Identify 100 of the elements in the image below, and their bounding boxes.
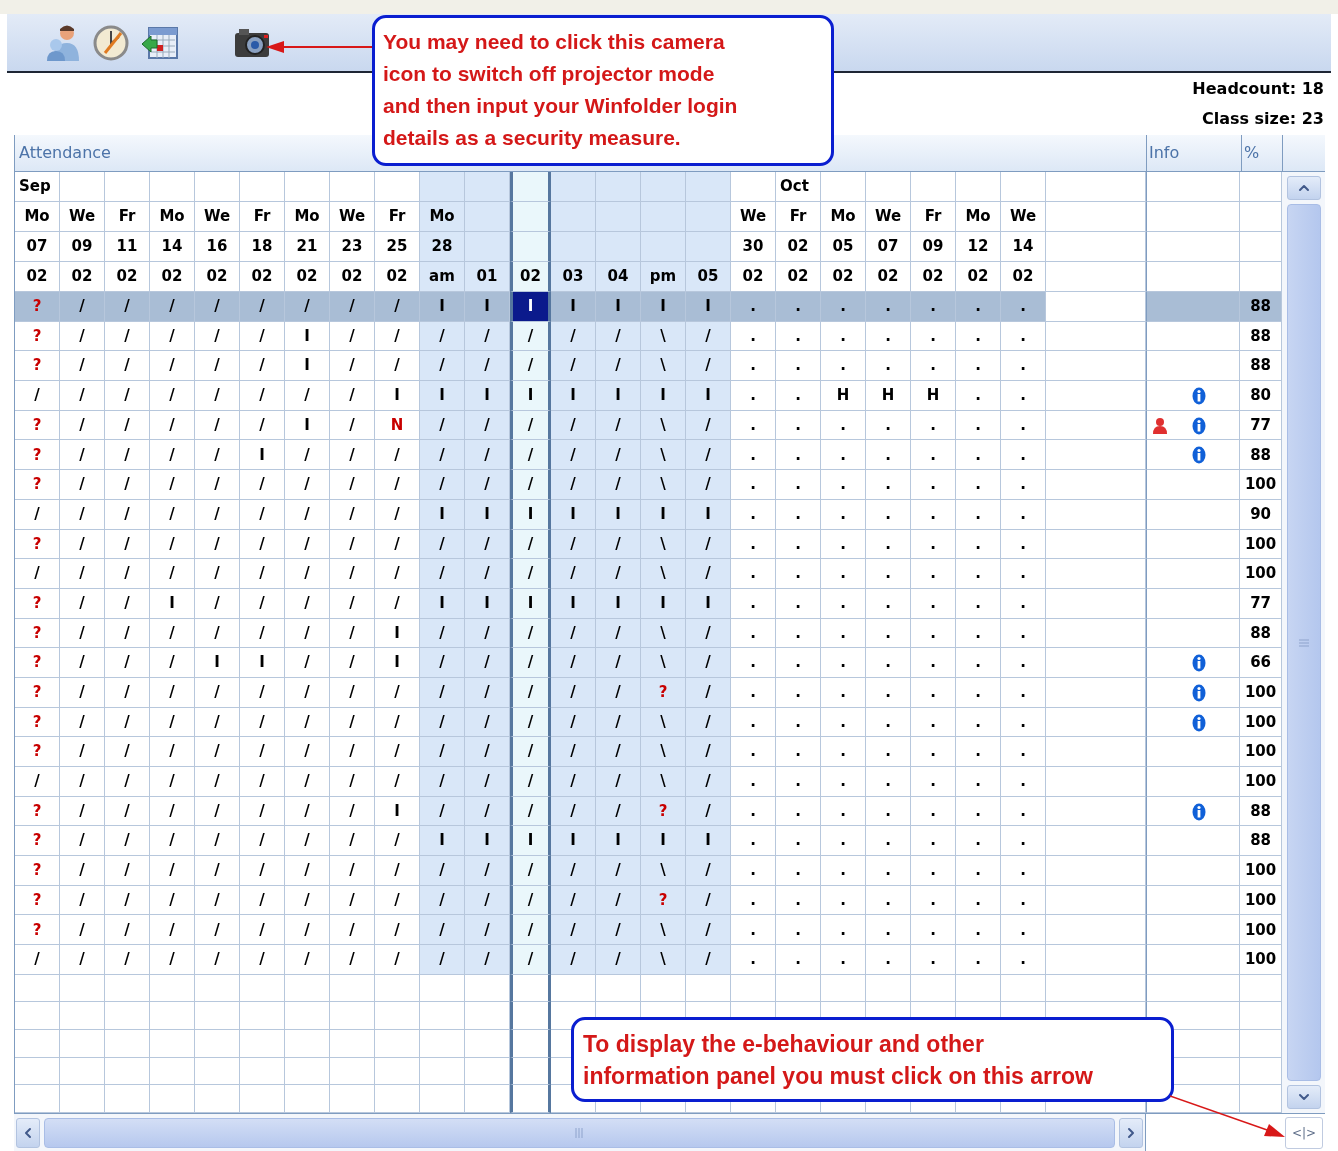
- table-cell[interactable]: /: [596, 945, 641, 975]
- table-cell[interactable]: ?: [15, 796, 60, 827]
- table-cell[interactable]: /: [510, 885, 551, 916]
- table-cell[interactable]: .: [1001, 529, 1046, 560]
- table-cell[interactable]: /: [60, 796, 105, 827]
- table-cell[interactable]: .: [821, 529, 866, 560]
- table-cell[interactable]: .: [1001, 945, 1046, 975]
- table-cell[interactable]: .: [821, 618, 866, 649]
- table-cell[interactable]: .: [1001, 470, 1046, 500]
- table-cell[interactable]: /: [420, 677, 465, 708]
- table-cell[interactable]: /: [330, 707, 375, 738]
- table-cell[interactable]: /: [60, 677, 105, 708]
- table-cell[interactable]: /: [285, 529, 330, 560]
- table-cell[interactable]: /: [686, 648, 731, 678]
- table-cell[interactable]: I: [285, 410, 330, 441]
- table-cell[interactable]: /: [15, 499, 60, 530]
- table-cell[interactable]: .: [911, 885, 956, 916]
- table-cell[interactable]: /: [60, 588, 105, 619]
- table-cell[interactable]: .: [731, 529, 776, 560]
- table-cell[interactable]: I: [551, 381, 596, 411]
- table-cell[interactable]: /: [60, 707, 105, 738]
- table-cell[interactable]: /: [15, 767, 60, 797]
- table-cell[interactable]: /: [420, 559, 465, 589]
- table-cell[interactable]: /: [150, 856, 195, 886]
- table-cell[interactable]: /: [150, 618, 195, 649]
- table-cell[interactable]: \: [641, 767, 686, 797]
- table-cell[interactable]: .: [731, 559, 776, 589]
- table-cell[interactable]: /: [510, 767, 551, 797]
- table-cell[interactable]: ?: [641, 885, 686, 916]
- table-cell[interactable]: /: [465, 707, 510, 738]
- table-cell[interactable]: /: [510, 945, 551, 975]
- table-cell[interactable]: /: [195, 292, 240, 322]
- table-cell[interactable]: /: [150, 915, 195, 946]
- table-cell[interactable]: /: [240, 767, 285, 797]
- table-cell[interactable]: /: [510, 856, 551, 886]
- table-cell[interactable]: /: [375, 588, 420, 619]
- table-cell[interactable]: .: [821, 737, 866, 767]
- table-cell[interactable]: /: [330, 826, 375, 857]
- table-cell[interactable]: /: [420, 351, 465, 382]
- table-cell[interactable]: /: [686, 470, 731, 500]
- table-cell[interactable]: /: [150, 559, 195, 589]
- table-cell[interactable]: /: [510, 648, 551, 678]
- table-cell[interactable]: /: [596, 351, 641, 382]
- table-cell[interactable]: /: [596, 737, 641, 767]
- table-cell[interactable]: I: [420, 499, 465, 530]
- table-cell[interactable]: I: [420, 381, 465, 411]
- scroll-left-button[interactable]: [16, 1117, 40, 1148]
- table-cell[interactable]: /: [105, 856, 150, 886]
- table-cell[interactable]: /: [420, 945, 465, 975]
- table-cell[interactable]: /: [375, 321, 420, 352]
- table-cell[interactable]: ?: [15, 470, 60, 500]
- table-cell[interactable]: .: [731, 410, 776, 441]
- table-cell[interactable]: .: [1001, 588, 1046, 619]
- table-cell[interactable]: /: [195, 321, 240, 352]
- table-cell[interactable]: /: [686, 410, 731, 441]
- table-cell[interactable]: .: [911, 767, 956, 797]
- table-cell[interactable]: .: [866, 559, 911, 589]
- table-cell[interactable]: .: [866, 499, 911, 530]
- table-cell[interactable]: .: [866, 618, 911, 649]
- table-cell[interactable]: .: [821, 410, 866, 441]
- table-cell[interactable]: /: [105, 885, 150, 916]
- table-cell[interactable]: I: [596, 381, 641, 411]
- table-cell[interactable]: I: [596, 499, 641, 530]
- info-icon[interactable]: [1191, 683, 1206, 702]
- table-cell[interactable]: /: [551, 648, 596, 678]
- table-cell[interactable]: I: [641, 826, 686, 857]
- table-cell[interactable]: /: [60, 737, 105, 767]
- horizontal-scrollbar[interactable]: [14, 1114, 1145, 1151]
- table-cell[interactable]: /: [60, 440, 105, 471]
- table-cell[interactable]: .: [956, 440, 1001, 471]
- table-cell[interactable]: ?: [15, 618, 60, 649]
- table-cell[interactable]: /: [596, 915, 641, 946]
- table-cell[interactable]: .: [956, 707, 1001, 738]
- table-cell[interactable]: /: [551, 945, 596, 975]
- table-cell[interactable]: .: [776, 440, 821, 471]
- table-cell[interactable]: /: [330, 737, 375, 767]
- table-cell[interactable]: \: [641, 945, 686, 975]
- table-cell[interactable]: /: [60, 381, 105, 411]
- scroll-down-button[interactable]: [1286, 1085, 1321, 1109]
- table-cell[interactable]: /: [150, 767, 195, 797]
- table-cell[interactable]: /: [150, 796, 195, 827]
- table-cell[interactable]: .: [956, 588, 1001, 619]
- table-cell[interactable]: /: [465, 559, 510, 589]
- table-cell[interactable]: ?: [15, 648, 60, 678]
- table-cell[interactable]: .: [866, 677, 911, 708]
- table-cell[interactable]: ?: [15, 915, 60, 946]
- vertical-scrollbar[interactable]: [1282, 172, 1325, 1113]
- table-cell[interactable]: \: [641, 648, 686, 678]
- table-cell[interactable]: /: [330, 618, 375, 649]
- table-cell[interactable]: .: [731, 737, 776, 767]
- table-cell[interactable]: /: [420, 529, 465, 560]
- table-cell[interactable]: /: [60, 559, 105, 589]
- table-cell[interactable]: /: [420, 470, 465, 500]
- table-cell[interactable]: .: [776, 707, 821, 738]
- table-cell[interactable]: /: [150, 707, 195, 738]
- table-cell[interactable]: /: [551, 351, 596, 382]
- table-cell[interactable]: .: [731, 707, 776, 738]
- table-cell[interactable]: .: [776, 529, 821, 560]
- table-cell[interactable]: I: [150, 588, 195, 619]
- table-cell[interactable]: /: [596, 856, 641, 886]
